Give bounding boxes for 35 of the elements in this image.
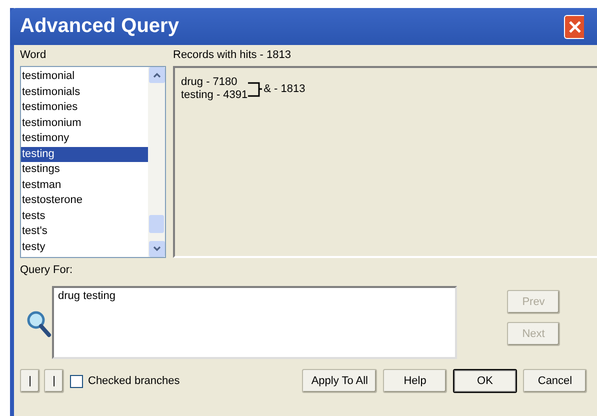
word-item[interactable]: testimonial: [21, 69, 148, 84]
scroll-down-icon[interactable]: [148, 241, 164, 257]
checkbox-label: Checked branches: [88, 375, 180, 387]
dialog-button[interactable]: OK: [453, 369, 517, 393]
word-item[interactable]: testimonium: [21, 116, 148, 131]
records-label: Records with hits - 1813: [173, 49, 292, 63]
bracket-button[interactable]: |: [44, 369, 64, 393]
term-count: testing - 4391: [181, 89, 248, 102]
term-count: drug - 7180: [181, 76, 238, 89]
dialog-button[interactable]: Cancel: [523, 369, 587, 393]
scroll-up-icon[interactable]: [148, 67, 164, 83]
word-label: Word: [20, 49, 48, 63]
query-label: Query For:: [20, 264, 74, 278]
scroll-thumb[interactable]: [149, 215, 164, 233]
close-icon: [568, 20, 580, 32]
word-item[interactable]: test's: [21, 224, 148, 240]
word-item[interactable]: testy: [21, 240, 148, 255]
dialog-button[interactable]: Help: [383, 369, 447, 393]
close-button[interactable]: [564, 14, 584, 38]
word-item[interactable]: testing: [21, 146, 148, 162]
dialog-button[interactable]: Apply To All: [302, 369, 377, 393]
word-item[interactable]: testings: [21, 162, 148, 178]
bracket-button[interactable]: |: [20, 369, 40, 393]
word-item[interactable]: testimonies: [21, 100, 148, 116]
scrollbar[interactable]: [148, 67, 165, 257]
word-item[interactable]: testimonials: [21, 84, 148, 100]
search-icon: [26, 310, 52, 338]
checkbox[interactable]: [70, 374, 83, 388]
combined-count: & - 1813: [264, 82, 306, 96]
window-title: Advanced Query: [20, 15, 179, 38]
word-item[interactable]: testman: [21, 178, 148, 193]
word-item[interactable]: testosterone: [21, 193, 148, 208]
word-item[interactable]: tests: [21, 208, 148, 224]
query-input[interactable]: drug testing: [52, 286, 457, 359]
word-item[interactable]: testimony: [21, 131, 148, 146]
